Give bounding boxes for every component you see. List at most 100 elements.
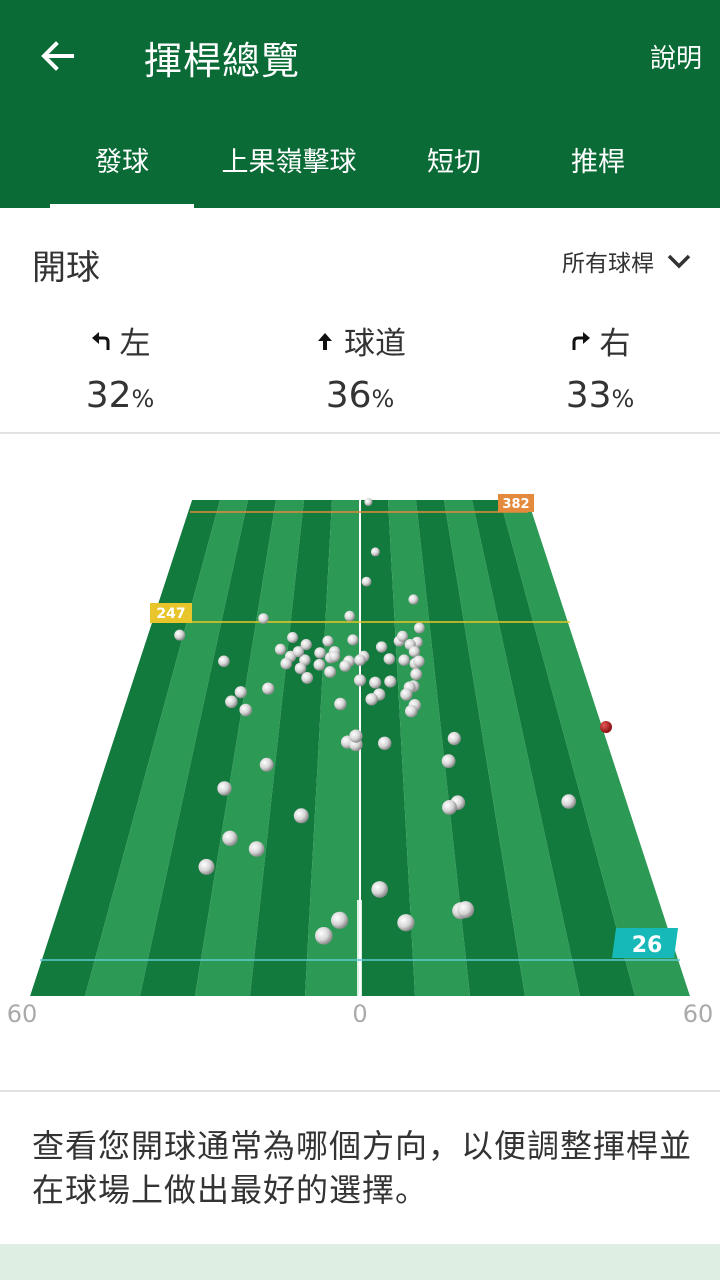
shot-ball xyxy=(349,729,363,743)
stat-left-unit: % xyxy=(131,385,155,413)
stat-fairway-value: 36 xyxy=(325,375,372,416)
shot-ball xyxy=(331,911,349,929)
stat-fairway: 球道 36% xyxy=(260,318,460,416)
shot-ball xyxy=(384,675,397,688)
shot-ball xyxy=(383,653,395,665)
shot-ball xyxy=(364,498,373,506)
page-title: 揮桿總覽 xyxy=(144,39,301,83)
turn-left-icon xyxy=(91,331,109,350)
shot-ball xyxy=(294,662,307,675)
shot-ball xyxy=(413,655,425,668)
shot-ball xyxy=(447,731,461,746)
stat-left: 左 32% xyxy=(20,318,220,416)
shot-ball xyxy=(218,655,230,668)
shot-ball xyxy=(217,781,232,796)
shot-ball xyxy=(405,704,418,718)
shot-ball xyxy=(300,639,312,651)
club-filter-label: 所有球桿 xyxy=(562,251,654,277)
axis-center-label: 0 xyxy=(352,1000,367,1028)
shot-ball xyxy=(334,697,347,711)
axis-right-label: 60 xyxy=(683,1000,714,1028)
mid-marker-label: 247 xyxy=(156,606,185,622)
shot-ball xyxy=(259,757,274,772)
shot-ball xyxy=(398,654,410,666)
shot-ball xyxy=(344,610,356,622)
shot-ball xyxy=(198,858,215,875)
stat-left-label: 左 xyxy=(119,326,151,362)
shot-ball xyxy=(370,547,380,557)
shot-ball xyxy=(371,881,389,898)
tab-putt[interactable]: 推桿 xyxy=(548,140,648,179)
shot-ball xyxy=(225,695,238,708)
app-bar: 揮桿總覽 說明 發球 上果嶺擊球 短切 推桿 xyxy=(0,0,720,208)
shot-ball xyxy=(378,736,392,750)
description-text: 查看您開球通常為哪個方向，以便調整揮桿並在球場上做出最好的選擇。 xyxy=(32,1127,693,1209)
shot-ball xyxy=(315,927,333,945)
shot-ball xyxy=(287,632,299,643)
section-title: 開球 xyxy=(32,248,100,288)
near-marker-label: 26 xyxy=(632,933,663,958)
shot-ball xyxy=(322,635,334,647)
shot-ball xyxy=(222,830,238,846)
stat-fairway-label: 球道 xyxy=(344,326,406,362)
shot-ball xyxy=(314,647,326,659)
back-button[interactable] xyxy=(30,28,86,84)
shot-ball xyxy=(457,901,475,919)
stat-left-value: 32 xyxy=(85,375,132,416)
axis-left-label: 60 xyxy=(7,1000,38,1028)
shot-ball xyxy=(234,686,247,699)
shot-ball xyxy=(410,668,423,681)
tab-bar: 發球 上果嶺擊球 短切 推桿 xyxy=(0,118,720,208)
shot-ball xyxy=(313,659,326,671)
chevron-down-icon xyxy=(667,254,691,269)
shot-ball xyxy=(397,630,408,642)
shot-ball xyxy=(262,682,275,695)
stat-right-value: 33 xyxy=(565,375,612,416)
arrow-up-icon xyxy=(318,332,332,350)
shot-ball xyxy=(339,660,352,672)
shot-ball xyxy=(361,576,372,587)
shot-ball xyxy=(248,841,265,857)
shot-dispersion-chart: 382 247 26 60 0 60 xyxy=(0,440,720,1040)
tab-approach[interactable]: 上果嶺擊球 xyxy=(214,140,364,179)
help-button[interactable]: 說明 xyxy=(650,38,702,75)
shot-ball xyxy=(365,693,378,706)
shot-ball xyxy=(174,629,186,641)
shot-ball xyxy=(274,643,287,655)
shot-ball xyxy=(301,672,314,684)
shot-ball xyxy=(397,914,415,932)
shot-ball xyxy=(347,634,359,646)
active-tab-indicator xyxy=(50,204,194,208)
shot-ball xyxy=(354,674,366,687)
shot-ball xyxy=(369,676,382,689)
stat-right-unit: % xyxy=(611,385,635,413)
far-marker-label: 382 xyxy=(502,497,529,512)
stat-right-label: 右 xyxy=(599,326,631,362)
club-filter-dropdown[interactable]: 所有球桿 xyxy=(562,244,692,278)
tab-chip[interactable]: 短切 xyxy=(404,140,504,179)
shot-ball xyxy=(293,808,309,824)
shot-ball xyxy=(324,666,336,678)
shot-ball xyxy=(441,754,456,768)
footer-band xyxy=(0,1244,720,1280)
arrow-left-icon xyxy=(41,41,74,71)
turn-right-icon xyxy=(572,331,590,350)
shot-ball xyxy=(376,641,388,653)
divider-top xyxy=(0,432,720,434)
shot-ball xyxy=(400,688,413,701)
shot-ball xyxy=(328,650,341,663)
stat-fairway-unit: % xyxy=(371,385,395,413)
shot-ball xyxy=(239,703,252,717)
shot-ball xyxy=(354,654,366,666)
fairway-field: 382 247 26 60 0 60 xyxy=(7,494,714,1028)
shot-ball xyxy=(258,613,269,624)
shot-ball xyxy=(442,800,457,815)
red-ball xyxy=(600,721,612,733)
tee-marker xyxy=(357,900,362,996)
shot-ball xyxy=(408,594,419,605)
shot-ball xyxy=(561,794,576,809)
shot-ball xyxy=(414,622,425,634)
tab-drive[interactable]: 發球 xyxy=(50,140,194,179)
divider-bottom xyxy=(0,1090,720,1092)
stat-right: 右 33% xyxy=(500,318,700,416)
